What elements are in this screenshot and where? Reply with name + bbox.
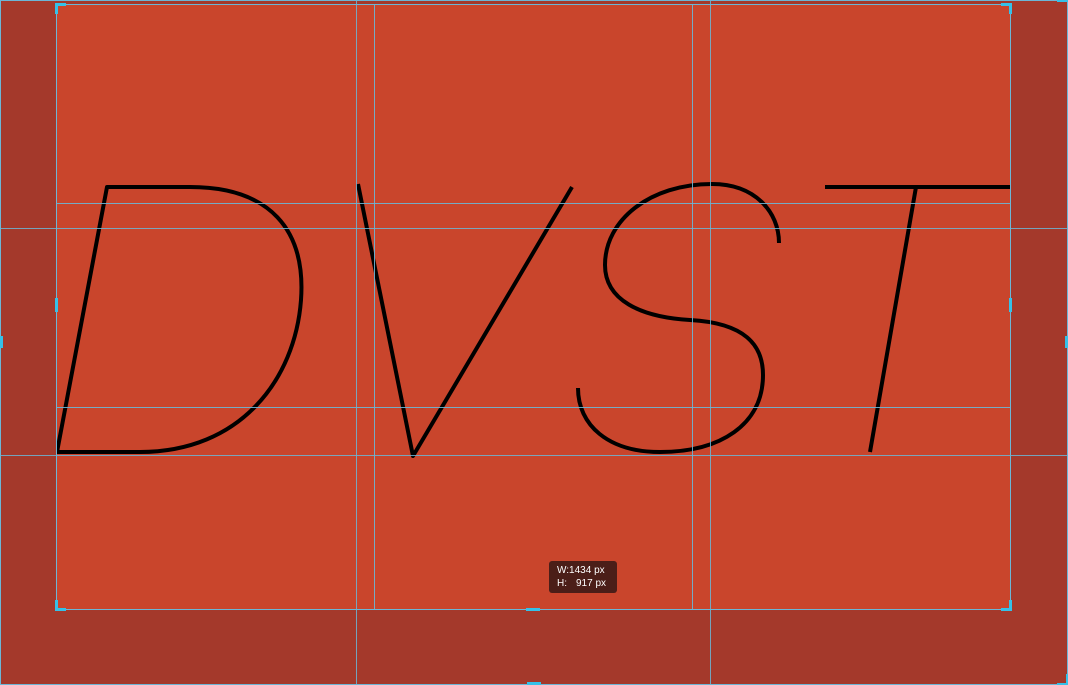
guide-horizontal-1[interactable] [0,228,1068,229]
guide-horizontal-2[interactable] [0,455,1068,456]
crop-grid-vertical-2 [692,4,693,610]
letter-d-shape [55,185,304,454]
height-label: H: [557,578,567,589]
guide-vertical-2[interactable] [710,0,711,685]
crop-handle-bottom-left-v[interactable] [55,600,58,611]
crop-handle-left-middle[interactable] [55,298,58,312]
crop-handle-bottom-middle[interactable] [526,608,540,611]
crop-handle-right-middle[interactable] [1009,298,1012,312]
height-value: 917 px [576,578,607,589]
crop-shield-left [0,0,56,685]
document-canvas[interactable]: W:1434 px H: 917 px [0,0,1068,685]
crop-shield-right [1011,0,1068,685]
crop-shield-bottom [56,610,1011,685]
width-readout: W:1434 px [557,564,617,577]
width-value: 1434 px [569,565,605,576]
canvas-handle-top-right[interactable] [1057,0,1068,2]
letter-v-shape [356,183,574,458]
crop-grid-horizontal-1 [56,203,1011,204]
size-tooltip: W:1434 px H: 917 px [549,561,617,593]
letter-t-shape [825,185,1011,453]
crop-handle-top-left-v[interactable] [55,3,58,14]
artwork-letters [55,182,1011,458]
canvas-handle-left-middle[interactable] [0,336,3,348]
crop-handle-bottom-right-v[interactable] [1009,600,1012,611]
crop-handle-top-right-v[interactable] [1009,3,1012,14]
crop-grid-vertical-1 [374,4,375,610]
width-label: W: [557,565,570,576]
guide-vertical-1[interactable] [356,0,357,685]
crop-grid-horizontal-2 [56,407,1011,408]
height-readout: H: 917 px [557,577,617,590]
letter-s-shape [576,182,781,454]
